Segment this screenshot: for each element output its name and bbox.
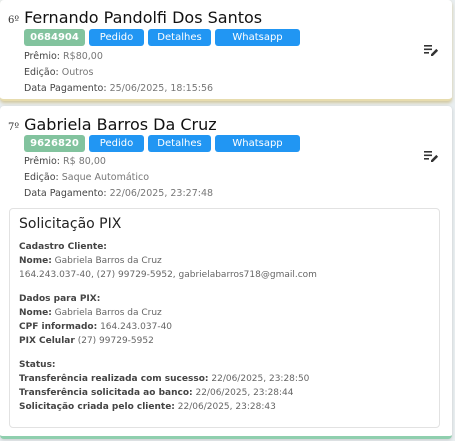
status-value: 22/06/2025, 23:28:50 <box>211 374 310 384</box>
premio-label: Prêmio: <box>24 156 61 167</box>
cadastro-section: Cadastro Cliente: Nome: Gabriela Barros … <box>19 240 317 282</box>
status-value: 22/06/2025, 23:28:43 <box>177 402 276 412</box>
edicao-row: Edição: Outros <box>24 65 213 81</box>
cpf-row: CPF informado: 164.243.037-40 <box>19 320 172 334</box>
ticket-code-badge[interactable]: 0684904 <box>24 29 85 46</box>
cadastro-nome-label: Nome: <box>19 256 52 266</box>
cadastro-contact: 164.243.037-40, (27) 99729-5952, gabriel… <box>19 270 317 280</box>
pagamento-row: Data Pagamento: 25/06/2025, 18:15:56 <box>24 81 213 97</box>
winner-name: Fernando Pandolfi Dos Santos <box>24 8 263 27</box>
pix-request-panel: Solicitação PIX Cadastro Cliente: Nome: … <box>9 208 440 428</box>
premio-value: R$80,00 <box>63 51 103 62</box>
status-label: Solicitação criada pelo cliente: <box>19 402 175 412</box>
dados-heading: Dados para PIX: <box>19 294 101 304</box>
action-row: 0684904 Pedido Detalhes Whatsapp <box>24 29 300 46</box>
rank-label: 7º <box>8 122 20 133</box>
cadastro-nome-row: Nome: Gabriela Barros da Cruz <box>19 254 317 268</box>
pix-key-value: (27) 99729-5952 <box>77 336 154 346</box>
edit-list-icon[interactable] <box>424 44 439 57</box>
dados-nome-row: Nome: Gabriela Barros da Cruz <box>19 306 172 320</box>
winner-card: 6º Fernando Pandolfi Dos Santos 0684904 … <box>0 0 452 101</box>
whatsapp-button[interactable]: Whatsapp <box>215 135 300 152</box>
status-row: Transferência realizada com sucesso: 22/… <box>19 372 309 386</box>
dados-nome-value: Gabriela Barros da Cruz <box>54 308 162 318</box>
cadastro-heading: Cadastro Cliente: <box>19 242 107 252</box>
premio-row: Prêmio: R$80,00 <box>24 49 213 65</box>
cadastro-nome-value: Gabriela Barros da Cruz <box>54 256 162 266</box>
edit-list-icon[interactable] <box>424 150 439 163</box>
pagamento-value: 22/06/2025, 23:27:48 <box>109 188 214 199</box>
rank-label: 6º <box>8 15 20 26</box>
premio-value: R$ 80,00 <box>63 156 106 167</box>
winner-info: Prêmio: R$ 80,00 Edição: Saque Automátic… <box>24 154 213 202</box>
winner-card: 7º Gabriela Barros Da Cruz 9626820 Pedid… <box>0 106 452 439</box>
pix-key-row: PIX Celular (27) 99729-5952 <box>19 334 172 348</box>
action-row: 9626820 Pedido Detalhes Whatsapp <box>24 135 300 152</box>
edicao-label: Edição: <box>24 172 59 183</box>
status-row: Solicitação criada pelo cliente: 22/06/2… <box>19 400 309 414</box>
pedido-button[interactable]: Pedido <box>89 135 144 152</box>
winner-info: Prêmio: R$80,00 Edição: Outros Data Paga… <box>24 49 213 97</box>
pix-key-label: PIX Celular <box>19 336 75 346</box>
status-heading: Status: <box>19 360 56 370</box>
pagamento-label: Data Pagamento: <box>24 188 107 199</box>
pagamento-value: 25/06/2025, 18:15:56 <box>109 83 214 94</box>
status-row: Transferência solicitada ao banco: 22/06… <box>19 386 309 400</box>
dados-nome-label: Nome: <box>19 308 52 318</box>
whatsapp-button[interactable]: Whatsapp <box>215 29 300 46</box>
premio-row: Prêmio: R$ 80,00 <box>24 154 213 170</box>
cpf-label: CPF informado: <box>19 322 98 332</box>
edicao-row: Edição: Saque Automático <box>24 170 213 186</box>
pedido-button[interactable]: Pedido <box>89 29 144 46</box>
status-section: Status: Transferência realizada com suce… <box>19 358 309 414</box>
status-label: Transferência realizada com sucesso: <box>19 374 209 384</box>
pagamento-label: Data Pagamento: <box>24 83 107 94</box>
ticket-code-badge[interactable]: 9626820 <box>24 135 85 152</box>
card-header: 7º Gabriela Barros Da Cruz <box>8 115 217 134</box>
detalhes-button[interactable]: Detalhes <box>148 29 211 46</box>
pix-title: Solicitação PIX <box>19 216 122 232</box>
edicao-value: Saque Automático <box>61 172 150 183</box>
pagamento-row: Data Pagamento: 22/06/2025, 23:27:48 <box>24 186 213 202</box>
detalhes-button[interactable]: Detalhes <box>148 135 211 152</box>
winner-name: Gabriela Barros Da Cruz <box>24 115 217 134</box>
edicao-value: Outros <box>61 67 94 78</box>
status-value: 22/06/2025, 23:28:44 <box>195 388 294 398</box>
cpf-value: 164.243.037-40 <box>100 322 173 332</box>
dados-pix-section: Dados para PIX: Nome: Gabriela Barros da… <box>19 292 172 348</box>
card-header: 6º Fernando Pandolfi Dos Santos <box>8 8 262 27</box>
status-label: Transferência solicitada ao banco: <box>19 388 193 398</box>
premio-label: Prêmio: <box>24 51 61 62</box>
edicao-label: Edição: <box>24 67 59 78</box>
